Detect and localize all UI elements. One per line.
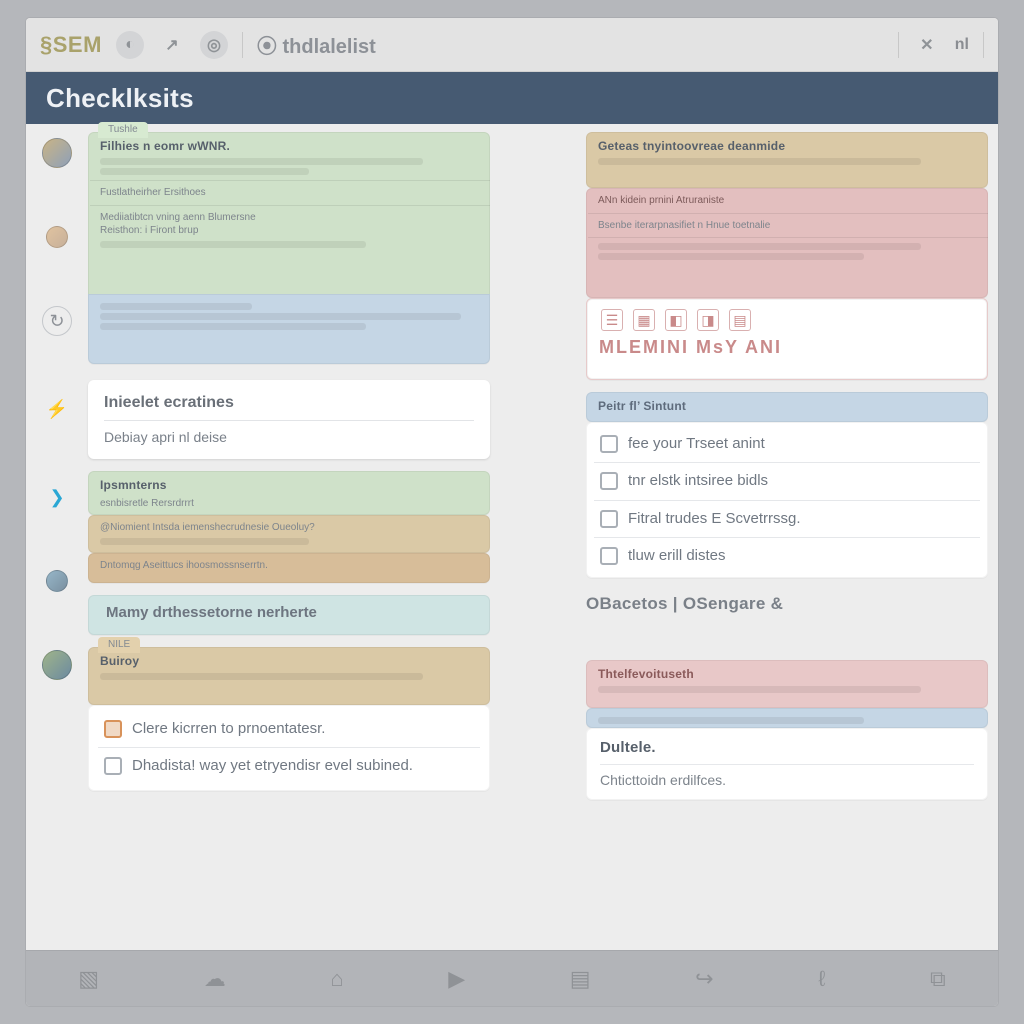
refresh-icon[interactable]: ↻: [42, 306, 72, 336]
avatar-4[interactable]: [42, 650, 72, 680]
panel-subtitle: Debiay apri nl deise: [104, 429, 474, 445]
clipboard-icon[interactable]: ▤: [570, 966, 591, 992]
panel-routines[interactable]: Inieelet ecratines Debiay apri nl deise: [88, 380, 490, 459]
card-line: Dntomqg Aseittucs ihoosmossnserrtn.: [100, 559, 480, 573]
card-title: Geteas tnyintoovreae deanmide: [598, 138, 978, 154]
bottom-dock: ▧ ☁ ⌂ ▶ ▤ ↪ ℓ ⧉: [26, 950, 998, 1006]
right-column: Geteas tnyintoovreae deanmide ANn kidein…: [586, 132, 988, 800]
toolbar-separator: [242, 32, 243, 58]
app-logo: §SEM: [40, 32, 102, 58]
card-title: Dultele.: [600, 738, 974, 758]
card-title: Thtelfevoituseth: [598, 666, 978, 682]
mini-icon[interactable]: ◧: [665, 309, 687, 331]
board: Tushle Filhies n eomr wWNR. Fustlatheirh…: [88, 124, 998, 950]
content-area: ↻ ⚡ ❯ Tushle Filhies n eomr wWNR. Fustla…: [26, 124, 998, 950]
stack-5[interactable]: NILE Buiroy Clere kicrren to prnoentates…: [88, 647, 490, 791]
mini-icon[interactable]: ▦: [633, 309, 655, 331]
check-label: Fitral trudes E Scvetrrssg.: [628, 509, 801, 529]
play-icon[interactable]: ▶: [448, 966, 465, 992]
mini-icon[interactable]: ☰: [601, 309, 623, 331]
checkbox-icon[interactable]: [600, 510, 618, 528]
check-label: tluw erill distes: [628, 546, 726, 566]
stack-r1[interactable]: Geteas tnyintoovreae deanmide ANn kidein…: [586, 132, 988, 380]
card-line: ANn kidein prnini Atruraniste: [598, 194, 978, 208]
mini-icon[interactable]: ◨: [697, 309, 719, 331]
stack-r2: Peitr fl’ Sintunt fee your Trseet anint …: [586, 392, 988, 578]
tools-icon[interactable]: ✕: [913, 31, 941, 59]
card-subtitle: Chticttoidn erdilfces.: [600, 771, 974, 790]
left-column: Tushle Filhies n eomr wWNR. Fustlatheirh…: [88, 132, 490, 800]
checkbox-icon[interactable]: [600, 435, 618, 453]
sidebar: ↻ ⚡ ❯: [26, 124, 88, 950]
check-row[interactable]: tnr elstk intsiree bidls: [594, 463, 980, 500]
letter-row: MLEMINI MsY ANI: [599, 335, 977, 359]
toolbar-icon-1[interactable]: ◐: [116, 31, 144, 59]
card-line: Mediiatibtcn vning aenn Blumersne: [100, 211, 480, 225]
card-teal[interactable]: Mamy drthessetorne nerherte: [88, 595, 490, 635]
toolbar-separator-2: [898, 32, 899, 58]
check-row[interactable]: Fitral trudes E Scvetrrssg.: [594, 501, 980, 538]
check-label: Clere kicrren to prnoentatesr.: [132, 719, 325, 739]
section-label: OBacetos | OSengare &: [586, 594, 988, 614]
checkbox-icon[interactable]: [600, 472, 618, 490]
check-row[interactable]: fee your Trseet anint: [594, 426, 980, 463]
mini-icon[interactable]: ▤: [729, 309, 751, 331]
bolt-icon[interactable]: ⚡: [42, 394, 72, 424]
card-line: Fustlatheirher Ersithoes: [100, 186, 480, 200]
toolbar-icon-2[interactable]: ◎: [200, 31, 228, 59]
check-label: fee your Trseet anint: [628, 434, 765, 454]
more-icon[interactable]: ⧉: [930, 966, 946, 992]
app-window: §SEM ◐ ↗ ◎ ⦿ thdlalelist ✕ nl Checklksit…: [26, 18, 998, 1006]
check-row[interactable]: tluw erill distes: [594, 538, 980, 574]
chat-icon[interactable]: ❯: [42, 482, 72, 512]
avatar[interactable]: [42, 138, 72, 168]
panel-title: Inieelet ecratines: [104, 394, 474, 412]
toolbar-separator-3: [983, 32, 984, 58]
checkbox-icon[interactable]: [104, 757, 122, 775]
checkbox-icon[interactable]: [104, 720, 122, 738]
toolbar: §SEM ◐ ↗ ◎ ⦿ thdlalelist ✕ nl: [26, 18, 998, 72]
toolbar-right-label: nl: [955, 36, 969, 54]
check-row[interactable]: Clere kicrren to prnoentatesr.: [98, 711, 480, 748]
avatar-3[interactable]: [46, 570, 68, 592]
stack-r3[interactable]: Thtelfevoituseth Dultele. Chticttoidn er…: [586, 660, 988, 800]
avatar-2[interactable]: [46, 226, 68, 248]
check-label: tnr elstk intsiree bidls: [628, 471, 768, 491]
card-line: @Niomient Intsda iemenshecrudnesie Oueol…: [100, 521, 480, 535]
card-line: Bsenbe iterarpnasifiet n Hnue toetnalie: [598, 219, 978, 233]
page-header: Checklksits: [26, 72, 998, 124]
card-title: Filhies n eomr wWNR.: [100, 138, 480, 154]
panel-header: Peitr fl’ Sintunt: [598, 398, 978, 414]
stack-3[interactable]: Ipsmnterns esnbisretle Rersrdrrrt @Niomi…: [88, 471, 490, 583]
card-tab: Tushle: [98, 122, 148, 138]
group-icon[interactable]: ☁: [204, 966, 226, 992]
forward-icon[interactable]: ↪: [695, 966, 713, 992]
card-line: Reisthon: i Firont brup: [100, 224, 480, 238]
toolbar-title: ⦿ thdlalelist: [257, 30, 376, 59]
check-label: Dhadista! way yet etryendisr evel subine…: [132, 756, 413, 776]
check-row[interactable]: Dhadista! way yet etryendisr evel subine…: [98, 748, 480, 784]
card-title: Ipsmnterns: [100, 477, 480, 493]
share-icon[interactable]: ↗: [158, 31, 186, 59]
icon-row: ☰ ▦ ◧ ◨ ▤: [599, 305, 977, 335]
stack-1[interactable]: Tushle Filhies n eomr wWNR. Fustlatheirh…: [88, 132, 490, 364]
card-title: Mamy drthessetorne nerherte: [106, 603, 478, 623]
card-title: Buiroy: [100, 653, 480, 669]
compose-icon[interactable]: ▧: [78, 966, 99, 992]
page-title: Checklksits: [46, 83, 194, 114]
checkbox-icon[interactable]: [600, 547, 618, 565]
card-line: esnbisretle Rersrdrrrt: [100, 497, 480, 511]
link-icon[interactable]: ℓ: [818, 966, 825, 992]
card-tab: NILE: [98, 637, 140, 653]
archive-icon[interactable]: ⌂: [330, 966, 343, 992]
